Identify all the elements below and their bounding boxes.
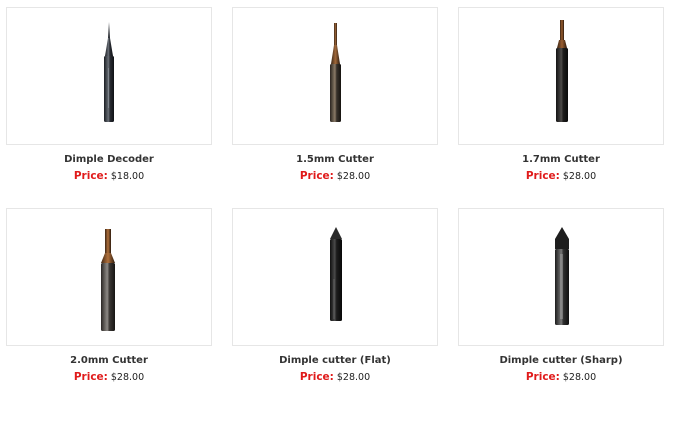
price-value: $28.00 <box>110 372 145 383</box>
product-name[interactable]: 1.7mm Cutter <box>458 154 664 166</box>
price-value: $28.00 <box>562 171 597 182</box>
product-price-line: Price: $28.00 <box>6 371 212 384</box>
product-price-line: Price: $28.00 <box>458 371 664 384</box>
product-image[interactable] <box>232 208 438 346</box>
price-value: $18.00 <box>110 171 145 182</box>
dimple-cutter-flat-icon <box>330 227 342 321</box>
cutter-1-5mm-icon <box>330 23 341 122</box>
price-label: Price: <box>73 371 108 383</box>
product-name[interactable]: Dimple cutter (Sharp) <box>458 355 664 367</box>
product-card-dimple-cutter-sharp[interactable]: Dimple cutter (Sharp) Price: $28.00 <box>458 208 664 409</box>
product-card-dimple-decoder[interactable]: Dimple Decoder Price: $18.00 <box>6 7 212 208</box>
product-image[interactable] <box>458 208 664 346</box>
price-label: Price: <box>525 371 560 383</box>
price-value: $28.00 <box>336 171 371 182</box>
product-card-1-5mm-cutter[interactable]: 1.5mm Cutter Price: $28.00 <box>232 7 438 208</box>
product-card-dimple-cutter-flat[interactable]: Dimple cutter (Flat) Price: $28.00 <box>232 208 438 409</box>
product-image[interactable] <box>458 7 664 145</box>
price-label: Price: <box>73 170 108 182</box>
price-label: Price: <box>525 170 560 182</box>
product-name[interactable]: Dimple cutter (Flat) <box>232 355 438 367</box>
product-name[interactable]: 2.0mm Cutter <box>6 355 212 367</box>
cutter-1-7mm-icon <box>556 20 568 122</box>
dimple-decoder-icon <box>104 22 114 122</box>
product-price-line: Price: $28.00 <box>232 371 438 384</box>
cutter-2-0mm-icon <box>101 229 115 331</box>
product-price-line: Price: $18.00 <box>6 170 212 183</box>
price-label: Price: <box>299 371 334 383</box>
product-price-line: Price: $28.00 <box>458 170 664 183</box>
product-image[interactable] <box>6 208 212 346</box>
product-name[interactable]: 1.5mm Cutter <box>232 154 438 166</box>
price-label: Price: <box>299 170 334 182</box>
price-value: $28.00 <box>336 372 371 383</box>
product-image[interactable] <box>232 7 438 145</box>
product-price-line: Price: $28.00 <box>232 170 438 183</box>
product-image[interactable] <box>6 7 212 145</box>
price-value: $28.00 <box>562 372 597 383</box>
product-card-2-0mm-cutter[interactable]: 2.0mm Cutter Price: $28.00 <box>6 208 212 409</box>
product-grid: Dimple Decoder Price: $18.00 1.5mm Cutte… <box>6 7 664 409</box>
dimple-cutter-sharp-icon <box>555 227 569 325</box>
product-card-1-7mm-cutter[interactable]: 1.7mm Cutter Price: $28.00 <box>458 7 664 208</box>
product-name[interactable]: Dimple Decoder <box>6 154 212 166</box>
